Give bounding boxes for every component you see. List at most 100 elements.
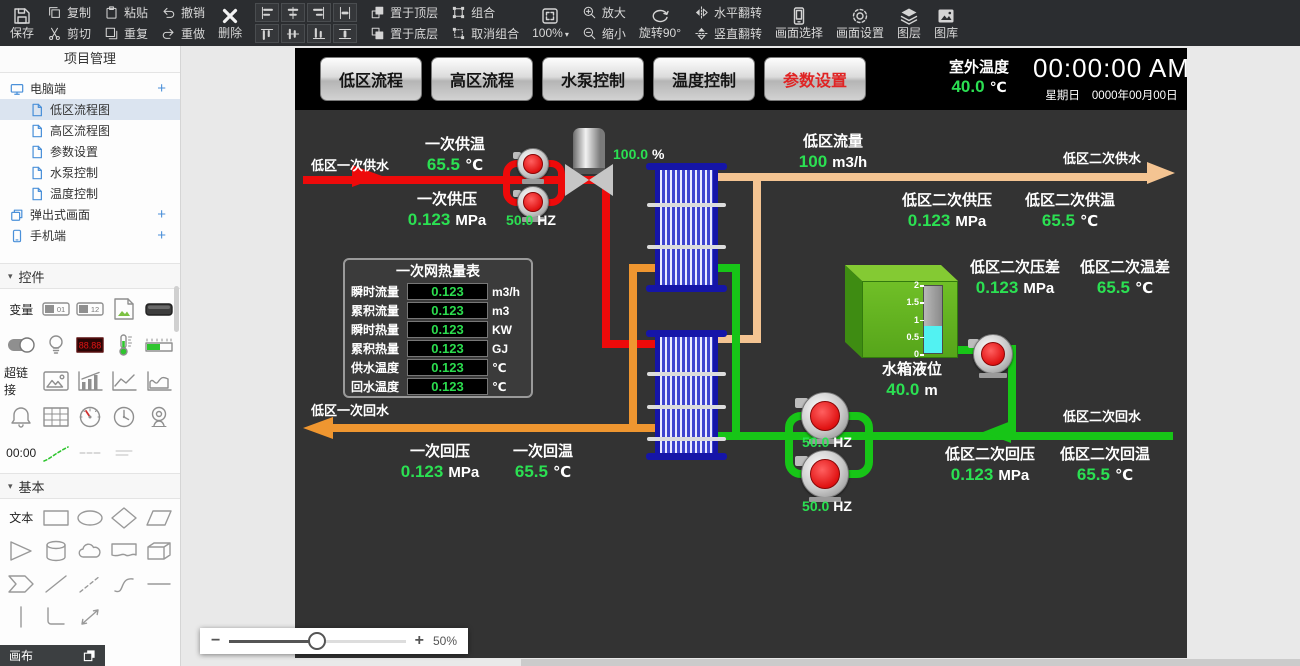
label-secondary-supply-water[interactable]: 低区二次供水 [1063, 148, 1141, 167]
widget-camera[interactable] [142, 399, 176, 435]
shape-triangle[interactable] [4, 534, 38, 567]
align-bottom-button[interactable] [307, 24, 331, 43]
widget-button[interactable] [142, 291, 176, 327]
tree-item-low-zone-flow[interactable]: 低区流程图 [0, 99, 180, 120]
secondary-pump-2[interactable] [801, 450, 849, 498]
measurement-低区二次供温[interactable]: 低区二次供温65.5℃ [1025, 191, 1115, 231]
widget-image[interactable] [38, 363, 72, 399]
water-tank[interactable]: 21.510.50 [845, 265, 958, 358]
add-screen-button[interactable]: + [157, 81, 166, 96]
tree-item-pump-control[interactable]: 水泵控制 [0, 162, 180, 183]
tree-item-popup-screens[interactable]: 弹出式画面+ [0, 204, 180, 225]
redo-button[interactable]: 重做 [161, 25, 205, 42]
section-basic[interactable]: ▾ 基本 [0, 473, 180, 499]
measurement-低区二次回压[interactable]: 低区二次回压0.123MPa [945, 445, 1035, 485]
valve-opening-label[interactable]: 100.0% [613, 146, 665, 162]
zoom-out-button[interactable]: 缩小 [582, 25, 626, 42]
delete-button[interactable]: 删除 [218, 6, 242, 40]
send-to-back-button[interactable]: 置于底层 [370, 25, 438, 42]
shape-vline[interactable] [4, 600, 38, 633]
shape-cloud[interactable] [73, 534, 107, 567]
zoom-slider-track[interactable] [229, 640, 405, 643]
measurement-一次供温[interactable]: 一次供温65.5℃ [425, 135, 485, 175]
zoom-minus-icon[interactable]: − [211, 633, 220, 649]
tree-item-param-settings[interactable]: 参数设置 [0, 141, 180, 162]
widget-mini-text-2[interactable] [107, 435, 141, 471]
flip-horizontal-button[interactable]: 水平翻转 [694, 4, 762, 21]
widget-time-text[interactable]: 00:00 [4, 435, 38, 471]
widget-gauge[interactable] [73, 399, 107, 435]
rotate-90-button[interactable]: 旋转90° [639, 6, 681, 40]
measurement-低区二次回温[interactable]: 低区二次回温65.5℃ [1060, 445, 1150, 485]
widget-switch-12[interactable]: 12 [73, 291, 107, 327]
widget-image-doc[interactable] [107, 291, 141, 327]
flip-vertical-button[interactable]: 竖直翻转 [694, 25, 762, 42]
label-secondary-return-water[interactable]: 低区二次回水 [1063, 406, 1141, 425]
canvas-bottom-tab[interactable]: 画布 [0, 645, 105, 666]
distribute-v-button[interactable] [333, 24, 357, 43]
widget-progress-bar[interactable] [142, 327, 176, 363]
duplicate-button[interactable]: 重复 [104, 25, 148, 42]
bring-to-front-button[interactable]: 置于顶层 [370, 4, 438, 21]
pipe-primary-supply-down[interactable] [602, 176, 610, 348]
widget-variable[interactable]: 变量 [4, 291, 38, 327]
screen-settings-button[interactable]: 画面设置 [836, 6, 884, 40]
widget-toggle[interactable] [4, 327, 38, 363]
shape-ellipse[interactable] [73, 501, 107, 534]
secondary-pump-1[interactable] [801, 392, 849, 440]
widget-bulb[interactable] [38, 327, 72, 363]
distribute-h-button[interactable] [333, 3, 357, 22]
pipe-secondary-supply-riser[interactable] [753, 177, 761, 343]
widget-thermometer[interactable] [107, 327, 141, 363]
measurement-低区二次压差[interactable]: 低区二次压差0.123MPa [970, 258, 1060, 298]
pump-frequency-1[interactable]: 50.0HZ [506, 212, 556, 228]
measurement-一次回压[interactable]: 一次回压0.123MPa [401, 442, 479, 482]
widget-trend-line[interactable] [38, 435, 72, 471]
measurement-一次供压[interactable]: 一次供压0.123MPa [408, 190, 486, 230]
widget-led-display[interactable]: 88.88 [73, 327, 107, 363]
shape-line[interactable] [38, 567, 72, 600]
pipe-hx1-orange-riser[interactable] [629, 264, 637, 432]
design-canvas[interactable]: 低区流程高区流程水泵控制温度控制参数设置 室外温度 40.0℃ 00:00:00… [295, 48, 1187, 658]
heat-exchanger-2[interactable] [655, 332, 718, 458]
add-screen-button[interactable]: + [157, 228, 166, 243]
screen-select-button[interactable]: 画面选择 [775, 6, 823, 40]
control-valve[interactable] [565, 164, 613, 196]
widget-hyperlink[interactable]: 超链接 [4, 363, 38, 399]
align-right-button[interactable] [307, 3, 331, 22]
zoom-plus-icon[interactable]: + [415, 633, 424, 649]
measurement-一次回温[interactable]: 一次回温65.5℃ [513, 442, 573, 482]
cut-button[interactable]: 剪切 [47, 25, 91, 42]
shape-curve[interactable] [107, 567, 141, 600]
paste-button[interactable]: 粘贴 [104, 4, 148, 21]
shape-dashed-line[interactable] [73, 567, 107, 600]
widget-alarm-bell[interactable] [4, 399, 38, 435]
pipe-hx1-green-riser[interactable] [732, 264, 740, 436]
tree-item-temp-control[interactable]: 温度控制 [0, 183, 180, 204]
save-button[interactable]: 保存 [10, 6, 34, 40]
widget-bar-chart[interactable] [73, 363, 107, 399]
measurement-低区流量[interactable]: 低区流量100m3/h [799, 132, 867, 172]
pipe-secondary-supply[interactable] [718, 173, 1150, 181]
align-top-button[interactable] [255, 24, 279, 43]
shape-double-arrow[interactable] [73, 600, 107, 633]
group-button[interactable]: 组合 [451, 4, 519, 21]
zoom-in-button[interactable]: 放大 [582, 4, 626, 21]
widget-mini-text[interactable] [73, 435, 107, 471]
shape-banner[interactable] [107, 534, 141, 567]
shape-diamond[interactable] [107, 501, 141, 534]
widget-switch-01[interactable]: 01 [38, 291, 72, 327]
label-primary-supply-water[interactable]: 低区一次供水 [311, 155, 389, 174]
label-primary-return-water[interactable]: 低区一次回水 [311, 400, 389, 419]
align-middle-button[interactable] [281, 24, 305, 43]
pump-frequency-3[interactable]: 50.0HZ [802, 498, 852, 514]
primary-pump-1[interactable] [517, 148, 549, 180]
tank-pump[interactable] [973, 334, 1013, 374]
zoom-slider-handle[interactable] [308, 632, 326, 650]
zoom-level-button[interactable]: 100%▾ [532, 6, 569, 41]
shape-cube[interactable] [142, 534, 176, 567]
widget-clock[interactable] [107, 399, 141, 435]
copy-button[interactable]: 复制 [47, 4, 91, 21]
heat-meter-table[interactable]: 一次网热量表瞬时流量0.123m3/h累积流量0.123m3瞬时热量0.123K… [343, 258, 533, 398]
pump-frequency-2[interactable]: 50.0HZ [802, 434, 852, 450]
